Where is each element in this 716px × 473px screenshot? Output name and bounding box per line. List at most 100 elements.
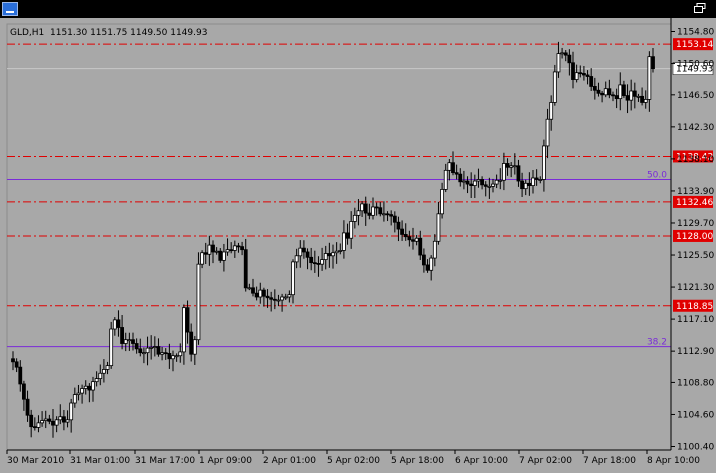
candle-body bbox=[69, 402, 74, 421]
candle-body bbox=[298, 247, 303, 257]
candle-body bbox=[142, 352, 146, 355]
candle-body bbox=[374, 206, 379, 209]
candle-body bbox=[149, 346, 154, 349]
candle-body bbox=[283, 296, 288, 299]
candle-body bbox=[211, 244, 215, 253]
candle-body bbox=[418, 237, 423, 256]
candle-body bbox=[54, 419, 59, 426]
candle-body bbox=[465, 180, 470, 185]
candle-body bbox=[498, 179, 503, 182]
candle-body bbox=[618, 84, 623, 100]
price-tick-label: 1104.60 bbox=[677, 410, 714, 420]
candle-body bbox=[287, 294, 292, 298]
candle-body bbox=[14, 361, 19, 368]
candle-body bbox=[607, 88, 612, 96]
candle-body bbox=[280, 296, 284, 301]
price-tick-label: 1150.60 bbox=[677, 60, 714, 70]
candle-body bbox=[218, 250, 223, 261]
candle-body bbox=[174, 355, 179, 358]
candle-body bbox=[589, 76, 594, 87]
candle-body bbox=[51, 420, 55, 426]
candle-body bbox=[156, 346, 161, 355]
candle-body bbox=[236, 245, 241, 248]
plot-area[interactable] bbox=[6, 23, 672, 451]
time-tick-label: 30 Mar 2010 bbox=[7, 456, 64, 466]
time-tick-label: 5 Apr 18:00 bbox=[391, 456, 444, 466]
price-tick-label: 1133.90 bbox=[677, 187, 714, 197]
candle-body bbox=[316, 263, 321, 265]
candle-body bbox=[349, 221, 354, 239]
candle-body bbox=[545, 118, 550, 147]
candle-body bbox=[83, 385, 88, 389]
candle-body bbox=[214, 250, 219, 253]
candle-body bbox=[567, 54, 572, 64]
candle-body bbox=[189, 331, 194, 355]
candle-body bbox=[472, 180, 477, 186]
candle-body bbox=[225, 249, 230, 253]
candle-body bbox=[516, 165, 521, 182]
candle-body bbox=[385, 213, 390, 216]
candle-body bbox=[265, 295, 270, 299]
price-tick-label: 1112.90 bbox=[677, 347, 714, 357]
candle-body bbox=[112, 319, 117, 330]
candle-body bbox=[105, 365, 110, 370]
candle-body bbox=[342, 232, 346, 251]
candle-body bbox=[582, 73, 586, 76]
candle-body bbox=[327, 253, 332, 257]
candlestick[interactable] bbox=[196, 252, 201, 345]
candle-body bbox=[407, 236, 412, 241]
candle-body bbox=[643, 98, 648, 103]
candle-body bbox=[411, 239, 415, 242]
candle-body bbox=[491, 183, 495, 187]
candle-body bbox=[345, 232, 350, 239]
candle-body bbox=[414, 237, 419, 242]
candle-body bbox=[443, 169, 448, 190]
candle-body bbox=[560, 52, 564, 55]
candle-body bbox=[222, 251, 226, 261]
candle-body bbox=[47, 418, 52, 422]
candle-body bbox=[592, 86, 597, 91]
candle-body bbox=[123, 339, 128, 344]
candle-body bbox=[331, 252, 335, 257]
time-tick-label: 5 Apr 02:00 bbox=[327, 456, 380, 466]
candle-body bbox=[258, 289, 263, 298]
candle-body bbox=[72, 394, 77, 404]
candle-body bbox=[469, 183, 474, 186]
candle-body bbox=[80, 388, 84, 394]
time-tick-label: 7 Apr 02:00 bbox=[519, 456, 572, 466]
candle-body bbox=[363, 203, 368, 214]
app-icon[interactable] bbox=[2, 2, 18, 16]
candle-body bbox=[422, 254, 426, 266]
title-bar bbox=[0, 0, 716, 18]
candle-body bbox=[262, 289, 266, 297]
candle-body bbox=[334, 250, 339, 254]
candle-body bbox=[32, 426, 37, 429]
candle-body bbox=[40, 420, 44, 424]
candle-body bbox=[552, 71, 557, 103]
candle-body bbox=[571, 62, 575, 80]
candle-body bbox=[396, 221, 401, 230]
candle-body bbox=[538, 179, 543, 181]
restore-window-icon[interactable] bbox=[694, 3, 706, 13]
candle-body bbox=[251, 287, 255, 294]
candlestick[interactable] bbox=[109, 321, 114, 369]
candle-body bbox=[62, 416, 66, 423]
candle-body bbox=[109, 328, 114, 367]
candle-body bbox=[338, 250, 343, 252]
candle-body bbox=[131, 339, 135, 344]
chart-window[interactable]: 1153.14 1138.42 1132.46 1128.00 1118.85 50.0 3… bbox=[0, 18, 716, 473]
candle-body bbox=[454, 172, 459, 175]
candle-body bbox=[429, 257, 434, 271]
price-tick-label: 1129.70 bbox=[677, 219, 714, 229]
candle-body bbox=[509, 165, 514, 168]
candle-body bbox=[302, 247, 306, 253]
price-tick-label: 1138.10 bbox=[677, 155, 714, 165]
price-chart[interactable]: 1153.141138.421132.461128.001118.8550.03… bbox=[0, 18, 716, 473]
candle-body bbox=[229, 249, 234, 252]
candle-body bbox=[505, 163, 510, 168]
candle-body bbox=[178, 351, 183, 357]
level-price-label: 1128.00 bbox=[676, 232, 713, 242]
candle-body bbox=[352, 214, 357, 222]
candle-body bbox=[36, 422, 41, 428]
ohlc-readout: 1151.30 1151.75 1149.50 1149.93 bbox=[50, 28, 207, 38]
